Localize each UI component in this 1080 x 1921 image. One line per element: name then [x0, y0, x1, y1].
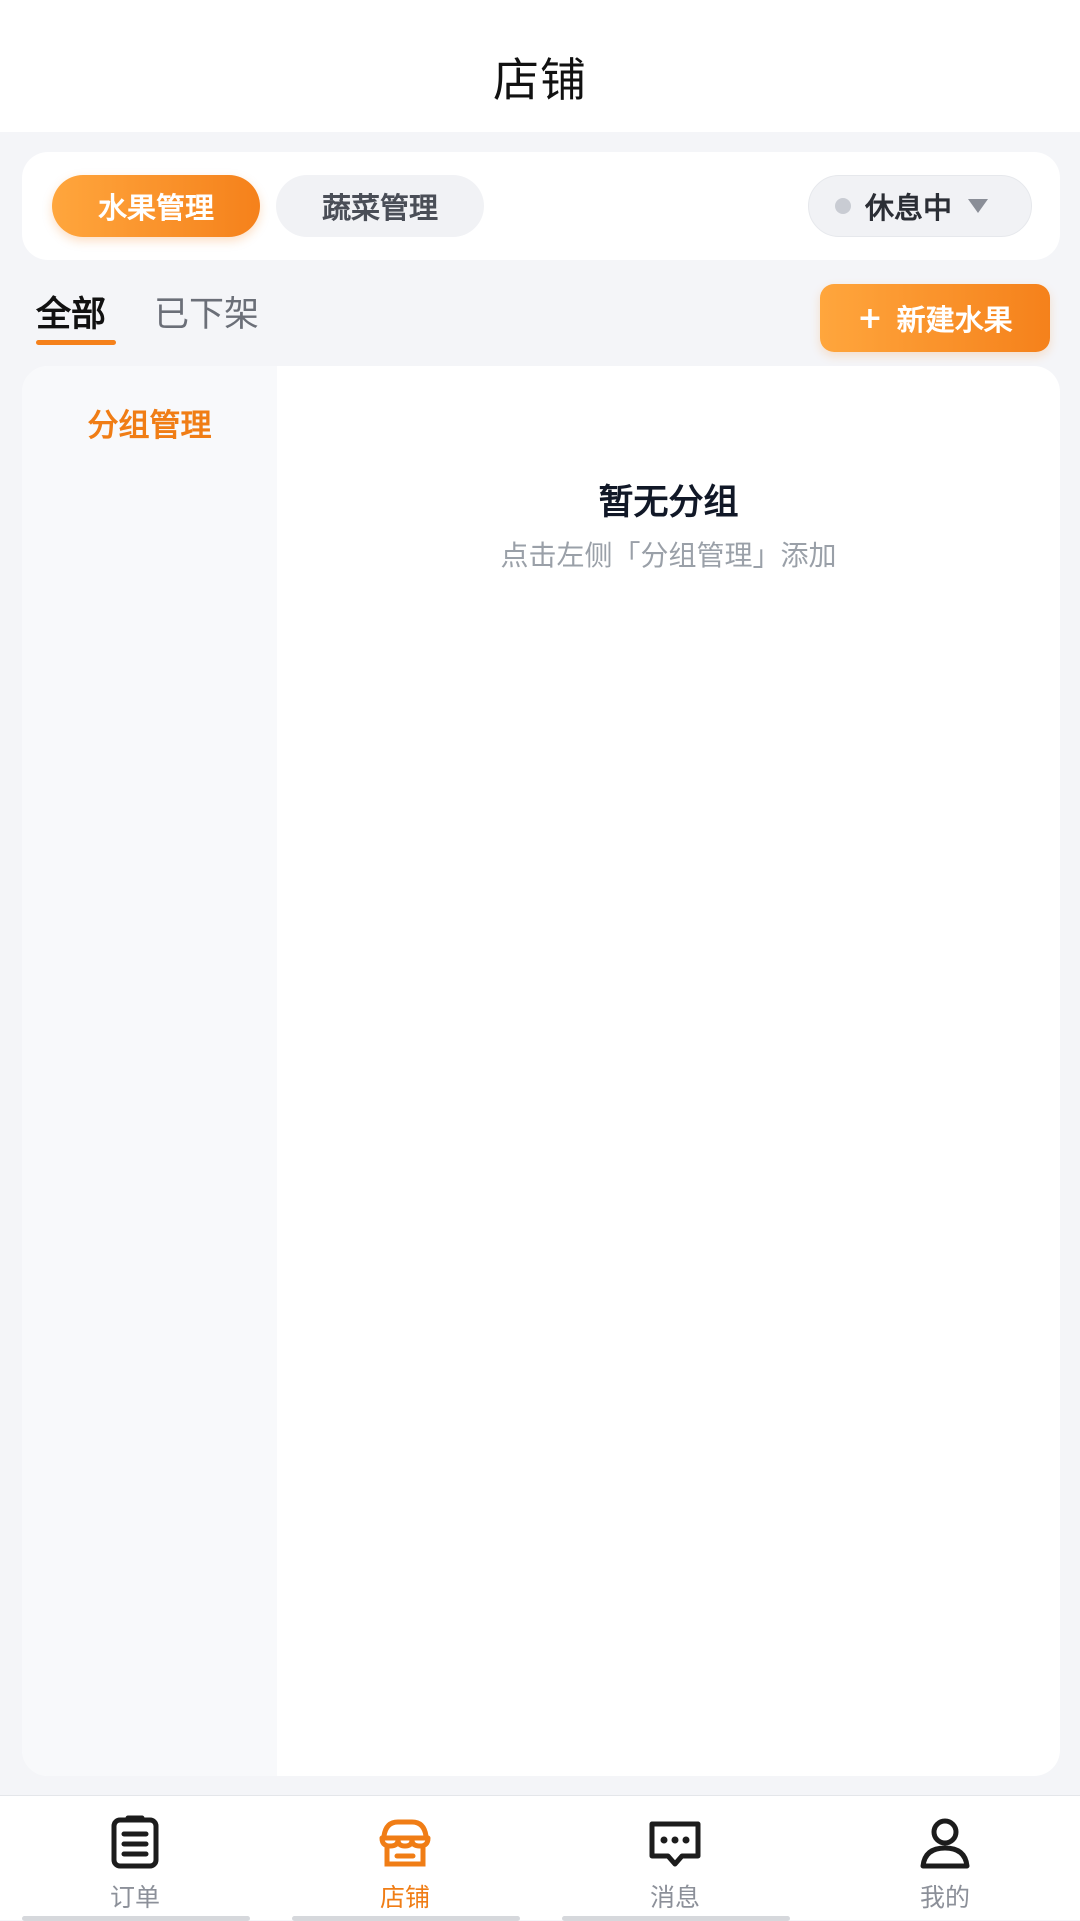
- store-icon: [379, 1819, 431, 1867]
- vegetable-management-tab[interactable]: 蔬菜管理: [276, 175, 484, 237]
- tab-delisted[interactable]: 已下架: [154, 286, 259, 337]
- active-tab-indicator: [36, 340, 116, 345]
- order-list-icon: [111, 1815, 159, 1869]
- tab-all[interactable]: 全部: [36, 286, 106, 337]
- content-card: 分组管理 暂无分组 点击左侧「分组管理」添加: [22, 366, 1060, 1776]
- empty-state-title: 暂无分组: [598, 483, 739, 523]
- nav-divider: [562, 1916, 790, 1921]
- page-header: 店铺: [0, 0, 1080, 132]
- nav-label-orders: 订单: [109, 1883, 160, 1912]
- group-management-link[interactable]: 分组管理: [22, 400, 277, 445]
- fruit-management-tab[interactable]: 水果管理: [52, 175, 260, 237]
- message-icon: [649, 1821, 701, 1867]
- bottom-nav: 订单 店铺 消息 我的: [0, 1795, 1080, 1921]
- nav-item-profile[interactable]: 我的: [810, 1796, 1080, 1921]
- page-title: 店铺: [493, 53, 587, 107]
- caret-down-icon: [968, 199, 989, 213]
- new-fruit-label: 新建水果: [896, 303, 1013, 337]
- status-dot-icon: [835, 198, 851, 214]
- nav-divider: [292, 1916, 520, 1921]
- group-sidebar: 分组管理: [22, 366, 277, 1776]
- nav-item-orders[interactable]: 订单: [0, 1796, 270, 1921]
- nav-divider: [22, 1916, 250, 1921]
- nav-label-messages: 消息: [649, 1883, 700, 1912]
- nav-item-store[interactable]: 店铺: [270, 1796, 540, 1921]
- profile-icon: [920, 1818, 970, 1869]
- shop-status-dropdown[interactable]: 休息中: [808, 175, 1032, 237]
- nav-label-profile: 我的: [919, 1883, 970, 1912]
- plus-icon: +: [857, 300, 883, 336]
- status-label: 休息中: [865, 191, 953, 225]
- new-fruit-button[interactable]: + 新建水果: [820, 284, 1050, 352]
- nav-item-messages[interactable]: 消息: [540, 1796, 810, 1921]
- nav-label-store: 店铺: [379, 1883, 430, 1912]
- empty-state-hint: 点击左侧「分组管理」添加: [500, 539, 837, 572]
- category-bar: 水果管理 蔬菜管理 休息中: [22, 152, 1060, 260]
